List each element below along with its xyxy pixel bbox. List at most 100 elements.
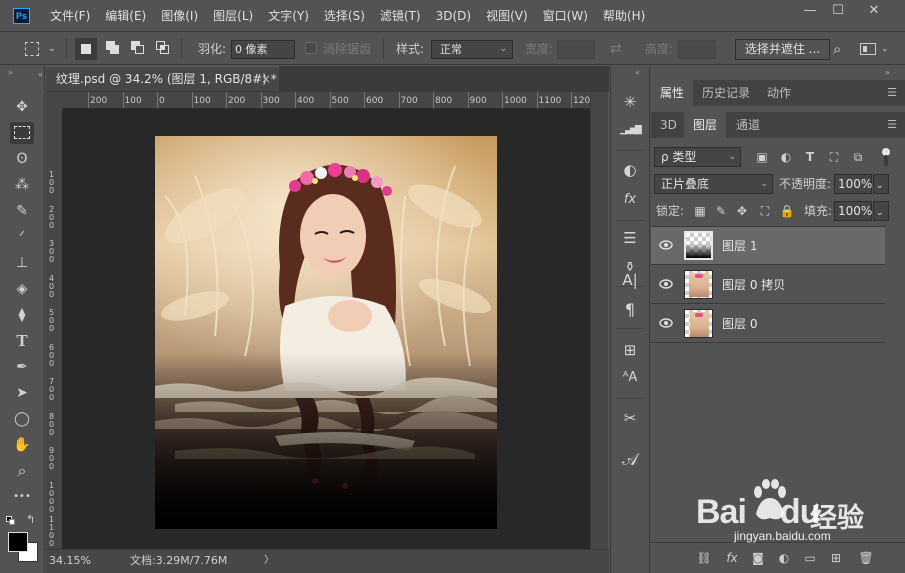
layer-comps-icon[interactable]: ☰ <box>618 226 642 250</box>
menu-edit[interactable]: 编辑(E) <box>105 0 146 32</box>
menu-file[interactable]: 文件(F) <box>50 0 90 32</box>
close-window-button[interactable]: ✕ <box>861 2 887 20</box>
subtract-selection-button[interactable] <box>131 41 145 55</box>
vertical-scrollbar[interactable] <box>590 92 608 549</box>
collapse-icon[interactable]: » <box>8 68 13 77</box>
intersect-selection-button[interactable] <box>156 41 170 55</box>
filter-adjustment-icon[interactable]: ◐ <box>778 149 794 165</box>
preset-dropdown-arrow-icon[interactable]: ⌄ <box>48 33 56 65</box>
layer-name[interactable]: 图层 1 <box>722 227 757 265</box>
lock-transparent-icon[interactable]: ▦ <box>692 203 708 219</box>
collapse-right-icon[interactable]: » <box>885 68 890 77</box>
lock-artboard-icon[interactable]: ⛶ <box>757 203 773 219</box>
hand-tool-icon[interactable]: ✋ <box>10 434 34 456</box>
new-layer-icon[interactable]: ⊞ <box>827 550 845 566</box>
workspace-dropdown-arrow-icon[interactable]: ⌄ <box>881 33 889 65</box>
layer-row-layer-0-copy[interactable]: 图层 0 拷贝 <box>651 266 885 304</box>
filter-pixel-icon[interactable]: ▣ <box>754 149 770 165</box>
link-layers-icon[interactable]: ⛓ <box>695 550 713 566</box>
stamp-tool-icon[interactable]: ⊥ <box>10 252 34 274</box>
glyphs-icon[interactable]: 𝒜 <box>618 448 642 472</box>
width-input[interactable] <box>557 40 595 59</box>
move-tool-icon[interactable]: ✥ <box>10 96 34 118</box>
opacity-dropdown[interactable]: ⌄ <box>873 174 889 194</box>
layers-panel-menu-icon[interactable]: ☰ <box>887 118 897 131</box>
more-tools-icon[interactable]: ••• <box>10 486 34 508</box>
character-styles-icon[interactable]: ᴬA <box>618 366 642 390</box>
minimize-button[interactable]: — <box>797 2 823 20</box>
zoom-tool-icon[interactable]: ⌕ <box>10 460 34 482</box>
menu-view[interactable]: 视图(V) <box>486 0 528 32</box>
delete-layer-icon[interactable]: 🗑 <box>857 550 875 566</box>
eyedropper-tool-icon[interactable]: ✎ <box>10 200 34 222</box>
path-select-tool-icon[interactable]: ➤ <box>10 382 34 404</box>
foreground-color-swatch[interactable] <box>8 532 28 552</box>
zoom-level[interactable]: 34.15% <box>49 550 91 572</box>
filter-toggle-icon[interactable] <box>879 148 891 168</box>
opacity-input[interactable]: 100% <box>834 174 872 194</box>
close-tab-icon[interactable]: × <box>261 67 271 91</box>
tab-3d[interactable]: 3D <box>651 112 686 138</box>
tab-properties[interactable]: 属性 <box>651 80 694 106</box>
search-icon[interactable]: ⌕ <box>833 33 841 65</box>
document-tab[interactable]: 纹理.psd @ 34.2% (图层 1, RGB/8#) * × <box>46 66 279 91</box>
filter-smart-object-icon[interactable]: ⧉ <box>850 149 866 165</box>
new-selection-button[interactable] <box>75 38 97 60</box>
antialias-checkbox[interactable] <box>305 42 317 54</box>
menu-help[interactable]: 帮助(H) <box>603 0 645 32</box>
tab-history[interactable]: 历史记录 <box>693 80 759 106</box>
pen-tool-icon[interactable]: ✒ <box>10 356 34 378</box>
filter-type-icon[interactable]: T <box>802 149 818 165</box>
panel-menu-icon[interactable]: ☰ <box>887 86 897 99</box>
ellipse-tool-icon[interactable]: ◯ <box>10 408 34 430</box>
paragraph-icon[interactable]: ¶ <box>618 298 642 322</box>
menu-image[interactable]: 图像(I) <box>161 0 198 32</box>
fill-input[interactable]: 100% <box>834 201 872 221</box>
type-tool-icon[interactable]: T <box>10 330 34 352</box>
layer-row-layer-0[interactable]: 图层 0 <box>651 305 885 343</box>
layer-name[interactable]: 图层 0 <box>722 305 757 343</box>
filter-kind-select[interactable]: ρ 类型 ⌄ <box>654 147 741 167</box>
visibility-eye-icon[interactable] <box>659 278 673 290</box>
menu-layer[interactable]: 图层(L) <box>213 0 253 32</box>
lock-position-icon[interactable]: ✥ <box>734 203 750 219</box>
character-icon[interactable]: A| <box>618 268 642 292</box>
menu-window[interactable]: 窗口(W) <box>543 0 588 32</box>
layer-style-icon[interactable]: fx <box>723 550 741 566</box>
tool-presets-icon[interactable]: ✂ <box>618 406 642 430</box>
height-input[interactable] <box>678 40 716 59</box>
style-select[interactable]: 正常 ⌄ <box>431 40 513 59</box>
layer-row-layer-1[interactable]: 图层 1 <box>651 227 885 265</box>
visibility-eye-icon[interactable] <box>659 317 673 329</box>
add-mask-icon[interactable]: ◙ <box>749 550 767 566</box>
styles-icon[interactable]: fx <box>618 188 642 212</box>
lock-pixels-icon[interactable]: ✎ <box>713 203 729 219</box>
tab-actions[interactable]: 动作 <box>758 80 800 106</box>
paint-bucket-tool-icon[interactable]: ⧫ <box>10 304 34 326</box>
fill-dropdown[interactable]: ⌄ <box>873 201 889 221</box>
compass-icon[interactable]: ✳ <box>618 90 642 114</box>
brush-tool-icon[interactable]: ᐟ <box>10 226 34 248</box>
status-menu-arrow-icon[interactable]: 〉 <box>264 550 274 572</box>
histogram-icon[interactable]: ▁▃▅▇ <box>618 118 642 142</box>
lasso-tool-icon[interactable]: ʘ <box>10 148 34 170</box>
workspace-icon[interactable] <box>860 43 876 55</box>
new-group-icon[interactable]: ▭ <box>801 550 819 566</box>
blend-mode-select[interactable]: 正片叠底 ⌄ <box>654 174 773 194</box>
feather-input[interactable]: 0 像素 <box>231 40 295 59</box>
eraser-tool-icon[interactable]: ◈ <box>10 278 34 300</box>
collapse-left-icon[interactable]: « <box>38 70 43 79</box>
visibility-eye-icon[interactable] <box>659 239 673 251</box>
marquee-tool-icon[interactable] <box>10 122 34 144</box>
filter-shape-icon[interactable]: ⛶ <box>826 149 842 165</box>
menu-filter[interactable]: 滤镜(T) <box>380 0 421 32</box>
lock-all-icon[interactable]: 🔒 <box>779 203 795 219</box>
layer-name[interactable]: 图层 0 拷贝 <box>722 266 785 304</box>
tab-channels[interactable]: 通道 <box>727 112 769 138</box>
document-canvas-image[interactable] <box>155 136 497 529</box>
default-colors-icon[interactable] <box>6 516 16 526</box>
menu-3d[interactable]: 3D(D) <box>436 0 471 32</box>
magic-wand-tool-icon[interactable]: ⁂ <box>10 174 34 196</box>
paragraph-styles-icon[interactable]: ⊞ <box>618 338 642 362</box>
new-adjustment-icon[interactable]: ◐ <box>775 550 793 566</box>
